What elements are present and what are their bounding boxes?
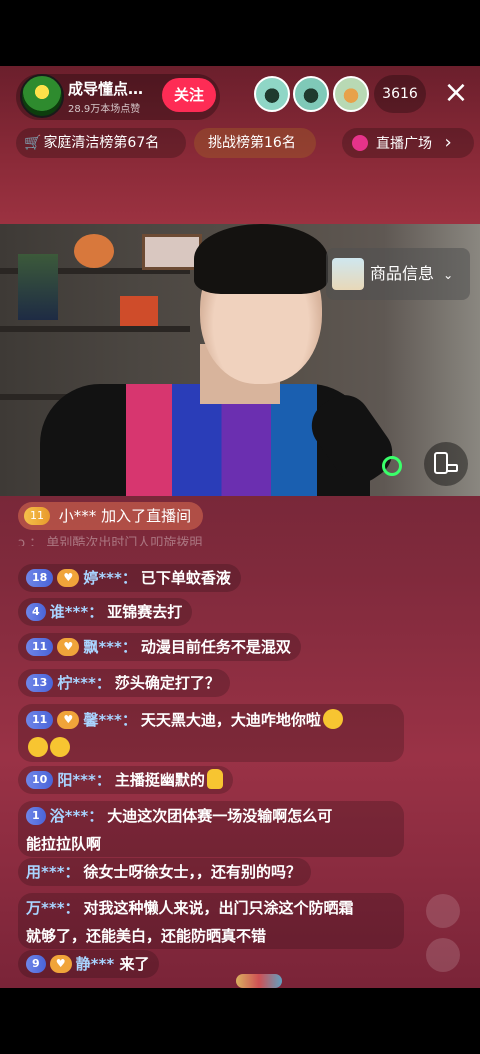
- level-badge: 11: [26, 638, 54, 656]
- chat-message[interactable]: 11 ♥ 馨***： 天天黑大迪，大迪咋地你啦: [18, 704, 404, 762]
- chat-message[interactable]: 10 阳***： 主播挺幽默的: [18, 766, 233, 794]
- rotate-screen-button[interactable]: [424, 442, 468, 486]
- chat-text: 徐女士呀徐女士，，还有别的吗？: [83, 863, 302, 881]
- chat-text: 来了: [119, 955, 150, 973]
- chat-username[interactable]: 阳***：: [57, 771, 111, 789]
- product-info-label: 商品信息: [370, 264, 435, 283]
- background-box: [120, 296, 158, 326]
- host-likes-count: 28.9万本场点赞: [68, 104, 141, 115]
- chat-text: 动漫目前任务不是混双: [140, 638, 291, 656]
- close-icon[interactable]: ×: [440, 78, 472, 110]
- host-name[interactable]: 成导懂点…: [68, 78, 143, 99]
- background-frame: [142, 234, 202, 270]
- fan-badge-icon: ♥: [49, 955, 72, 973]
- chat-username[interactable]: 馨***：: [83, 711, 137, 729]
- phone-landscape-icon: [446, 464, 458, 472]
- laugh-cry-emoji-icon: [322, 709, 343, 729]
- chat-text: 大迪这次团体赛一场没输啊怎么可: [107, 807, 333, 825]
- fan-badge-icon: ♥: [57, 711, 80, 729]
- background-ball: [74, 234, 114, 268]
- live-plaza-button[interactable]: 直播广场 ›: [342, 128, 474, 158]
- chat-message[interactable]: 9 ♥ 静*** 来了: [18, 950, 160, 978]
- chat-username[interactable]: 谁***：: [50, 603, 104, 621]
- chat-message[interactable]: 4 谁***： 亚锦赛去打: [18, 598, 193, 626]
- like-hand-icon[interactable]: [426, 894, 460, 928]
- chat-username[interactable]: 飘***：: [83, 638, 137, 656]
- chat-message[interactable]: 万***： 对我这种懒人来说，出门只涂这个防晒霜 就够了，还能美白，还能防晒真不错: [18, 893, 404, 949]
- level-badge: 9: [26, 955, 46, 973]
- chevron-down-icon: ⌄: [443, 268, 454, 282]
- join-notification: 11 小*** 加入了直播间: [18, 502, 204, 530]
- live-stream-screen: 成导懂点… 28.9万本场点赞 关注 3616 × 🛒 家庭清洁榜第67名 挑战榜…: [0, 66, 480, 988]
- chat-message[interactable]: 1 浴***： 大迪这次团体赛一场没输啊怎么可 能拉拉队啊: [18, 801, 404, 857]
- plaza-icon: [352, 135, 368, 151]
- hand-gesture-icon[interactable]: [426, 938, 460, 972]
- chat-text: 莎头确定打了？: [114, 674, 220, 692]
- chat-message[interactable]: 用***： 徐女士呀徐女士，，还有别的吗？: [18, 858, 312, 886]
- shelf: [0, 326, 190, 332]
- level-badge: 4: [26, 603, 46, 621]
- chat-text-continued: 就够了，还能美白，还能防晒真不错: [26, 927, 267, 945]
- gift-effect-icon: [236, 974, 282, 988]
- chat-text: 对我这种懒人来说，出门只涂这个防晒霜: [83, 899, 354, 917]
- join-text: 加入了直播间: [101, 507, 192, 525]
- microphone-led: [382, 456, 402, 476]
- chat-message[interactable]: 11 ♥ 飘***： 动漫目前任务不是混双: [18, 633, 301, 661]
- rank-tag-challenge-label: 挑战榜第16名: [208, 135, 296, 151]
- thumbs-up-icon: [206, 769, 223, 789]
- level-badge: 11: [26, 711, 54, 729]
- chat-message[interactable]: 18 ♥ 婷***： 已下单蚊香液: [18, 564, 241, 592]
- chat-username[interactable]: 浴***：: [50, 807, 104, 825]
- viewer-avatar[interactable]: [254, 76, 290, 112]
- fan-badge-icon: ♥: [57, 638, 80, 656]
- product-thumbnail[interactable]: [332, 258, 364, 290]
- cart-icon: 🛒: [24, 135, 42, 151]
- laugh-cry-emoji-icon: [28, 737, 48, 757]
- level-badge: 18: [26, 569, 54, 587]
- rank-tag-challenge[interactable]: 挑战榜第16名: [194, 128, 316, 158]
- rank-tag-cleaning-label: 家庭清洁榜第67名: [43, 135, 160, 151]
- chat-message[interactable]: 13 柠***： 莎头确定打了？: [18, 669, 230, 697]
- laugh-cry-emoji-icon: [50, 737, 70, 757]
- chat-text-continued: 能拉拉队啊: [26, 835, 102, 853]
- chat-username[interactable]: 万***：: [26, 899, 80, 917]
- level-badge: 1: [26, 807, 46, 825]
- level-badge: 13: [26, 674, 54, 692]
- chat-username[interactable]: 婷***：: [83, 569, 137, 587]
- chat-text: 亚锦赛去打: [107, 603, 183, 621]
- viewer-avatar[interactable]: [293, 76, 329, 112]
- faded-message: ɔ ： 单别酷次出时门人叩旋拨明: [18, 536, 203, 546]
- viewer-count[interactable]: 3616: [374, 75, 426, 113]
- chat-text: 主播挺幽默的: [114, 771, 205, 789]
- chat-username[interactable]: 柠***：: [57, 674, 111, 692]
- join-username[interactable]: 小***: [59, 507, 97, 525]
- background-poster: [18, 254, 58, 320]
- fan-badge-icon: ♥: [57, 569, 80, 587]
- level-badge: 10: [26, 771, 54, 789]
- chat-text: 天天黑大迪，大迪咋地你啦: [140, 711, 321, 729]
- streamer-hair: [194, 224, 328, 294]
- chat-username[interactable]: 用***：: [26, 863, 80, 881]
- level-badge: 11: [24, 507, 50, 525]
- chat-username[interactable]: 静***: [76, 955, 115, 973]
- live-plaza-label: 直播广场: [376, 136, 432, 152]
- rank-tag-cleaning[interactable]: 🛒 家庭清洁榜第67名: [16, 128, 186, 158]
- chat-text: 已下单蚊香液: [140, 569, 231, 587]
- viewer-avatar[interactable]: [333, 76, 369, 112]
- follow-button[interactable]: 关注: [162, 78, 216, 112]
- chevron-right-icon: ›: [444, 132, 452, 153]
- host-avatar[interactable]: [20, 74, 64, 118]
